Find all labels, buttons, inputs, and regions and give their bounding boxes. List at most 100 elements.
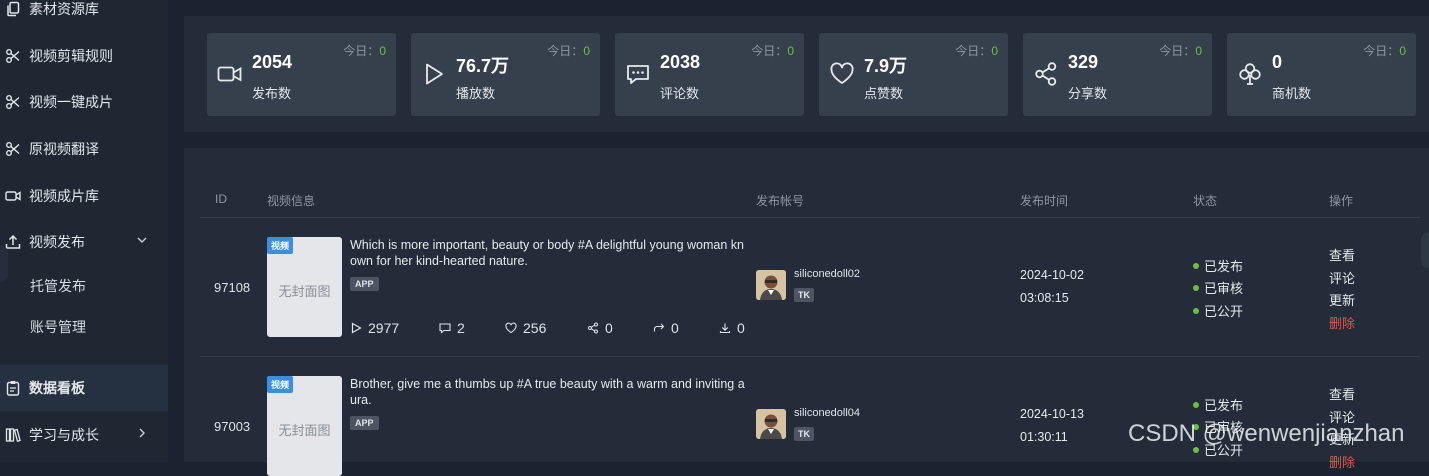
scissors-icon xyxy=(5,141,21,157)
share-icon xyxy=(588,322,598,334)
source-badge: APP xyxy=(350,416,379,430)
video-thumbnail[interactable]: 视频 无封面图 xyxy=(267,237,342,337)
stat-label: 发布数 xyxy=(252,86,292,101)
stat-label: 分享数 xyxy=(1068,86,1108,101)
status-published: 已发布 xyxy=(1193,256,1243,275)
sidebar-item-label: 托管发布 xyxy=(30,278,86,294)
sidebar-item-learning[interactable]: 学习与成长 xyxy=(0,415,168,455)
publish-time: 2024-10-02 03:08:15 xyxy=(1020,268,1084,305)
stat-today: 今日：0 xyxy=(343,44,386,58)
stat-today: 今日：0 xyxy=(547,44,590,58)
sidebar-item-translate[interactable]: 原视频翻译 xyxy=(0,129,168,169)
avatar xyxy=(756,270,786,300)
heart-icon xyxy=(505,322,517,334)
sidebar-item-label: 账号管理 xyxy=(30,319,86,335)
column-header-info: 视频信息 xyxy=(267,194,316,208)
video-camera-icon xyxy=(217,61,243,87)
stat-today: 今日：0 xyxy=(1363,44,1406,58)
watermark: CSDN @wenwenjianzhan xyxy=(1128,420,1405,447)
sidebar-item-video-library[interactable]: 视频成片库 xyxy=(0,176,168,216)
downloads-metric: 0 xyxy=(719,320,745,336)
column-header-account: 发布帐号 xyxy=(756,194,805,208)
sidebar: 素材资源库 视频剪辑规则 视频一键成片 原视频翻译 视频成片库 视频发布 托管发… xyxy=(0,0,168,462)
view-button[interactable]: 查看 xyxy=(1329,384,1355,403)
comment-button[interactable]: 评论 xyxy=(1329,268,1355,287)
sidebar-item-label: 素材资源库 xyxy=(29,1,99,17)
delete-button[interactable]: 删除 xyxy=(1329,313,1355,332)
column-header-ops: 操作 xyxy=(1329,194,1354,208)
video-title[interactable]: Brother, give me a thumbs up #A true bea… xyxy=(350,376,745,408)
column-header-status: 状态 xyxy=(1193,194,1218,208)
stat-card-plays: 76.7万 播放数 今日：0 xyxy=(411,33,600,116)
update-button[interactable]: 更新 xyxy=(1329,290,1355,309)
column-header-id: ID xyxy=(215,192,227,206)
stat-value: 2038 xyxy=(660,52,701,72)
stat-label: 播放数 xyxy=(456,86,496,101)
status-published: 已发布 xyxy=(1193,395,1243,414)
sidebar-item-video-publish[interactable]: 视频发布 xyxy=(0,222,168,262)
chevron-down-icon xyxy=(137,237,147,243)
video-thumbnail[interactable]: 视频 无封面图 xyxy=(267,376,342,476)
sidebar-item-dashboard[interactable]: 数据看板 xyxy=(0,365,168,411)
sidebar-item-label: 视频成片库 xyxy=(29,188,99,204)
scroll-handle-right[interactable] xyxy=(1421,232,1429,268)
copy-icon xyxy=(5,1,21,17)
stat-today: 今日：0 xyxy=(1159,44,1202,58)
sidebar-item-account-management[interactable]: 账号管理 xyxy=(0,309,168,345)
share-icon xyxy=(1033,61,1059,87)
comment-icon xyxy=(439,323,451,334)
stat-card-comments: 2038 评论数 今日：0 xyxy=(615,33,804,116)
stat-card-likes: 7.9万 点赞数 今日：0 xyxy=(819,33,1008,116)
sidebar-item-edit-rules[interactable]: 视频剪辑规则 xyxy=(0,36,168,76)
clipboard-icon xyxy=(5,380,21,396)
video-tag: 视频 xyxy=(267,237,294,254)
video-title[interactable]: Which is more important, beauty or body … xyxy=(350,237,745,269)
sidebar-item-label: 数据看板 xyxy=(29,380,85,396)
row-id: 97003 xyxy=(214,419,251,434)
stat-value: 7.9万 xyxy=(864,56,908,76)
sidebar-item-label: 原视频翻译 xyxy=(29,141,99,157)
view-button[interactable]: 查看 xyxy=(1329,245,1355,264)
sidebar-item-label: 视频剪辑规则 xyxy=(29,48,113,64)
status-reviewed: 已审核 xyxy=(1193,278,1243,297)
status-public: 已公开 xyxy=(1193,301,1243,320)
sidebar-item-material-library[interactable]: 素材资源库 xyxy=(0,0,168,29)
heart-icon xyxy=(829,61,855,87)
stat-value: 2054 xyxy=(252,52,293,72)
scissors-icon xyxy=(5,94,21,110)
stats-panel: 2054 发布数 今日：0 76.7万 播放数 今日：0 2038 评论数 今日… xyxy=(184,16,1429,132)
forward-icon xyxy=(653,323,665,332)
stat-value: 76.7万 xyxy=(456,56,510,76)
stat-card-opportunities: 0 商机数 今日：0 xyxy=(1227,33,1416,116)
row-divider xyxy=(200,356,1420,357)
chevron-right-icon xyxy=(139,428,145,438)
plays-metric: 2977 xyxy=(350,320,399,336)
sidebar-item-managed-publish[interactable]: 托管发布 xyxy=(0,268,168,304)
clover-icon xyxy=(1237,61,1263,87)
stat-value: 329 xyxy=(1068,52,1099,72)
avatar xyxy=(756,409,786,439)
play-icon xyxy=(351,322,362,334)
no-cover-text: 无封面图 xyxy=(278,284,331,299)
comment-icon xyxy=(625,61,651,87)
layout-gap xyxy=(168,0,184,462)
upload-icon xyxy=(5,234,21,250)
row-id: 97108 xyxy=(214,280,251,295)
sidebar-item-label: 视频发布 xyxy=(29,234,85,250)
header-divider xyxy=(200,217,1420,218)
stat-label: 商机数 xyxy=(1272,86,1312,101)
scroll-handle-left[interactable] xyxy=(0,245,8,281)
no-cover-text: 无封面图 xyxy=(278,423,331,438)
forward-metric: 0 xyxy=(653,320,679,336)
source-badge: APP xyxy=(350,277,379,291)
scissors-icon xyxy=(5,48,21,64)
sidebar-item-label: 学习与成长 xyxy=(29,427,99,443)
stat-card-publish: 2054 发布数 今日：0 xyxy=(207,33,396,116)
sidebar-item-one-click[interactable]: 视频一键成片 xyxy=(0,82,168,122)
publish-time: 2024-10-13 01:30:11 xyxy=(1020,407,1084,444)
account-name[interactable]: siliconedoll04 xyxy=(794,407,860,419)
account-name[interactable]: siliconedoll02 xyxy=(794,268,860,280)
stat-value: 0 xyxy=(1272,52,1283,72)
video-table: ID 视频信息 发布帐号 发布时间 状态 操作 97108 视频 无封面图 Wh… xyxy=(184,148,1429,476)
likes-metric: 256 xyxy=(505,320,546,336)
